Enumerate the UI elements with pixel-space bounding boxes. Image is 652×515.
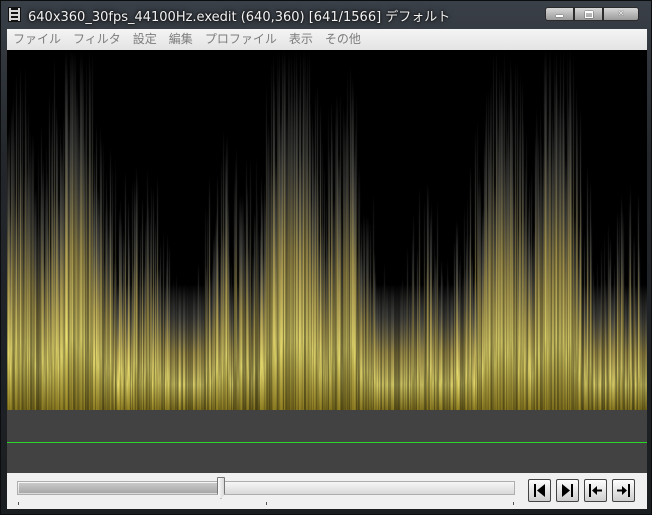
prev-frame-icon bbox=[534, 484, 545, 497]
minimize-icon bbox=[556, 15, 563, 17]
seek-thumb[interactable] bbox=[217, 477, 225, 499]
playback-control-bar bbox=[7, 473, 647, 509]
track-line bbox=[7, 442, 647, 443]
last-frame-button[interactable] bbox=[612, 479, 635, 502]
seek-fill bbox=[19, 483, 217, 493]
close-button[interactable]: ✕ bbox=[603, 7, 639, 21]
film-icon[interactable] bbox=[8, 7, 21, 22]
client-area bbox=[7, 50, 647, 473]
seek-tick bbox=[266, 502, 267, 505]
minimize-button[interactable] bbox=[545, 7, 574, 21]
seek-tick bbox=[18, 502, 19, 505]
waveform-canvas bbox=[7, 50, 647, 410]
first-frame-icon bbox=[589, 484, 602, 497]
title-bar[interactable]: 640x360_30fps_44100Hz.exedit (640,360) [… bbox=[1, 1, 651, 29]
close-icon: ✕ bbox=[617, 9, 625, 18]
seek-tick bbox=[513, 502, 514, 505]
prev-frame-button[interactable] bbox=[528, 479, 551, 502]
video-preview[interactable] bbox=[7, 50, 647, 410]
menu-bar: ファイル フィルタ 設定 編集 プロファイル 表示 その他 bbox=[7, 29, 647, 50]
next-frame-button[interactable] bbox=[556, 479, 579, 502]
menu-edit[interactable]: 編集 bbox=[163, 29, 199, 50]
maximize-button[interactable] bbox=[574, 7, 603, 21]
menu-file[interactable]: ファイル bbox=[7, 29, 67, 50]
menu-settings[interactable]: 設定 bbox=[127, 29, 163, 50]
frame-nav-buttons bbox=[528, 479, 635, 502]
caption-buttons: ✕ bbox=[545, 7, 639, 21]
seek-slider[interactable] bbox=[17, 477, 515, 505]
menu-view[interactable]: 表示 bbox=[283, 29, 319, 50]
menu-other[interactable]: その他 bbox=[319, 29, 367, 50]
maximize-icon bbox=[584, 10, 593, 18]
menu-filter[interactable]: フィルタ bbox=[67, 29, 127, 50]
next-frame-icon bbox=[562, 484, 573, 497]
menu-profile[interactable]: プロファイル bbox=[199, 29, 283, 50]
first-frame-button[interactable] bbox=[584, 479, 607, 502]
app-window: 640x360_30fps_44100Hz.exedit (640,360) [… bbox=[0, 0, 652, 515]
last-frame-icon bbox=[617, 484, 630, 497]
window-title: 640x360_30fps_44100Hz.exedit (640,360) [… bbox=[28, 10, 451, 25]
